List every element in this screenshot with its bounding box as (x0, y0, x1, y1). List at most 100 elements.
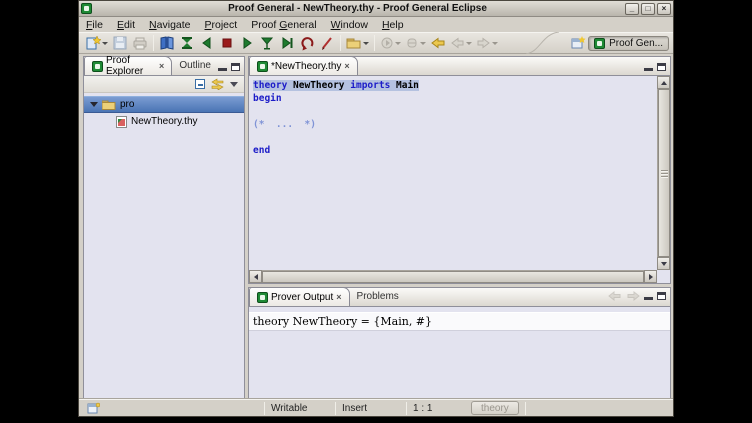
maximize-view-icon[interactable] (657, 292, 666, 300)
code-line: (* ... *) (253, 118, 656, 131)
tab-outline[interactable]: Outline (172, 56, 218, 75)
minimize-button[interactable]: _ (625, 3, 639, 15)
editor-content: theory NewTheory imports Main begin (* .… (249, 76, 670, 283)
scrollbar-thumb[interactable] (658, 89, 670, 257)
tree-item-theory-file[interactable]: NewTheory.thy (84, 113, 244, 130)
maximize-view-icon[interactable] (231, 63, 240, 71)
restart-arrow-icon (299, 35, 315, 51)
history-back-icon[interactable] (608, 290, 622, 302)
scroll-up-icon[interactable] (657, 76, 670, 89)
folder-icon (102, 99, 116, 110)
print-button[interactable] (130, 34, 150, 52)
minimize-view-icon[interactable] (644, 297, 653, 300)
interrupt-button[interactable] (217, 34, 237, 52)
minimize-view-icon[interactable] (644, 68, 653, 71)
close-icon[interactable]: × (336, 293, 341, 302)
horizontal-scrollbar[interactable] (249, 270, 657, 283)
dropdown-arrow-icon (395, 42, 401, 45)
editor-tab-bar: *NewTheory.thy × (249, 57, 670, 76)
close-icon[interactable]: × (159, 62, 164, 71)
maximize-button[interactable]: □ (641, 3, 655, 15)
minimize-view-icon[interactable] (218, 68, 227, 71)
code-line: theory NewTheory imports Main (253, 79, 656, 92)
dropdown-arrow-icon (102, 42, 108, 45)
menu-help[interactable]: Help (375, 19, 411, 31)
scroll-left-icon[interactable] (249, 270, 262, 283)
tab-problems[interactable]: Problems (350, 287, 406, 306)
console-content: theory NewTheory = {Main, #} (249, 307, 670, 398)
step-forward-icon (239, 35, 255, 51)
menu-edit[interactable]: Edit (110, 19, 142, 31)
activate-scripting-button[interactable] (317, 34, 337, 52)
tab-proof-explorer[interactable]: Proof Explorer × (84, 56, 172, 75)
menu-proof-general[interactable]: Proof General (244, 19, 323, 31)
menu-bar: File Edit Navigate Project Proof General… (79, 17, 673, 32)
open-perspective-button[interactable] (568, 34, 588, 52)
save-icon (112, 35, 128, 51)
main-toolbar: Proof Gen... (79, 32, 673, 54)
menu-window[interactable]: Window (324, 19, 375, 31)
open-folder-button[interactable] (344, 34, 371, 52)
close-button[interactable]: × (657, 3, 671, 15)
toolbar-spacer (500, 32, 568, 54)
tab-prover-output[interactable]: Prover Output × (249, 287, 350, 306)
undo-step-button[interactable] (197, 34, 217, 52)
fast-view-icon[interactable] (87, 402, 100, 415)
menu-navigate[interactable]: Navigate (142, 19, 197, 31)
run-disabled-button[interactable] (378, 34, 403, 52)
step-back-icon (199, 35, 215, 51)
code-area[interactable]: theory NewTheory imports Main begin (* .… (253, 79, 656, 157)
tree-item-project[interactable]: pro (84, 96, 244, 113)
code-line (253, 105, 656, 118)
code-line: end (253, 144, 656, 157)
toolbar-separator (153, 35, 154, 51)
save-button[interactable] (110, 34, 130, 52)
expander-icon[interactable] (90, 102, 98, 107)
new-wizard-button[interactable] (83, 34, 110, 52)
maximize-view-icon[interactable] (657, 63, 666, 71)
scrollbar-thumb[interactable] (262, 271, 644, 283)
back-button[interactable] (448, 34, 474, 52)
open-definition-button[interactable] (157, 34, 177, 52)
run-to-end-button[interactable] (277, 34, 297, 52)
debug-disabled-button[interactable] (403, 34, 428, 52)
restart-button[interactable] (297, 34, 317, 52)
link-with-editor-icon[interactable] (211, 78, 224, 90)
title-bar: Proof General - NewTheory.thy - Proof Ge… (79, 1, 673, 17)
status-insert-mode: Insert (342, 403, 400, 414)
toolbar-separator (340, 35, 341, 51)
goto-icon (259, 35, 275, 51)
last-edit-location-button[interactable] (428, 34, 448, 52)
yellow-back-arrow-icon (430, 35, 446, 51)
tab-newtheory-editor[interactable]: *NewTheory.thy × (249, 56, 358, 75)
view-menu-icon[interactable] (230, 82, 238, 87)
scroll-right-icon[interactable] (644, 270, 657, 283)
prover-output-icon (257, 292, 268, 303)
restart-prover-button[interactable] (177, 34, 197, 52)
prover-state-button[interactable]: theory (471, 401, 519, 415)
menu-file[interactable]: File (79, 19, 110, 31)
view-controls (644, 63, 670, 75)
menu-project[interactable]: Project (198, 19, 245, 31)
code-line (253, 131, 656, 144)
pen-icon (319, 35, 335, 51)
status-separator (406, 402, 407, 415)
book-icon (159, 35, 175, 51)
perspective-proof-general-button[interactable]: Proof Gen... (588, 36, 669, 51)
toolbar-curve-divider (526, 32, 560, 54)
console-tab-bar: Prover Output × Problems (249, 288, 670, 307)
proof-general-icon (594, 38, 605, 49)
back-arrow-icon (450, 35, 465, 51)
collapse-all-icon[interactable] (195, 79, 205, 89)
dropdown-arrow-icon (420, 42, 426, 45)
view-controls (218, 63, 244, 75)
history-forward-icon[interactable] (626, 290, 640, 302)
goto-button[interactable] (257, 34, 277, 52)
run-disabled-icon (380, 35, 394, 51)
skip-to-end-icon (279, 35, 295, 51)
forward-button[interactable] (474, 34, 500, 52)
vertical-scrollbar[interactable] (657, 76, 670, 270)
next-step-button[interactable] (237, 34, 257, 52)
scroll-down-icon[interactable] (657, 257, 670, 270)
close-icon[interactable]: × (344, 62, 349, 71)
